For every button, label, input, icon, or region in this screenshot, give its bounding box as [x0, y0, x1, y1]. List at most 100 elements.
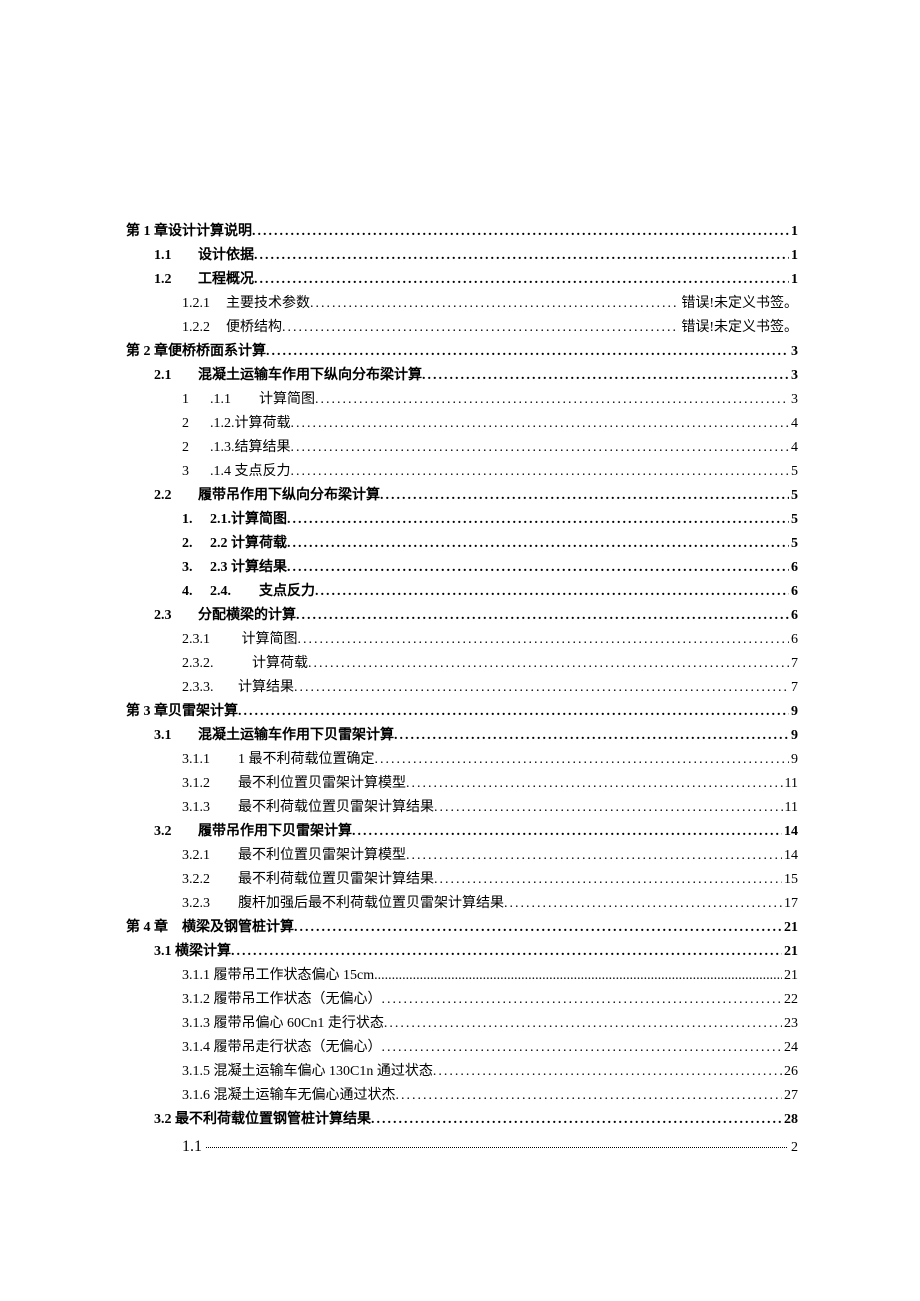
toc-label: 2.3.2.计算荷载 — [182, 657, 308, 671]
toc-page-number: 1 — [789, 225, 798, 239]
toc-label: 3.1.1 履带吊工作状态偏心 15cm — [182, 969, 374, 983]
toc-label: 4.2.4.支点反力 — [182, 585, 315, 599]
toc-leader — [254, 273, 789, 287]
toc-page-number: 4 — [789, 417, 798, 431]
toc-label: 2.3.1 计算简图 — [182, 633, 298, 647]
toc-page-number: 24 — [782, 1041, 798, 1055]
toc-entry: 第 4 章横梁及钢管桩计算21 — [126, 921, 798, 935]
toc-entry: 2.1.3.结算结果 4 — [126, 441, 798, 455]
toc-entry: 3.1.2最不利位置贝雷架计算模型11 — [126, 777, 798, 791]
toc-entry: 1.2.1.计算简图5 — [126, 513, 798, 527]
toc-label: 2.3.3.计算结果 — [182, 681, 294, 695]
toc-label: 3.1.6 混凝土运输车无偏心通过状杰 — [182, 1089, 396, 1103]
toc-leader — [374, 969, 782, 983]
toc-leader — [375, 753, 790, 767]
toc-page-number: 9 — [789, 753, 798, 767]
toc-page-number: 5 — [789, 489, 798, 503]
toc-leader — [434, 801, 783, 815]
toc-leader — [371, 1113, 782, 1127]
toc-leader — [315, 585, 789, 599]
toc-entry: 2.3.1 计算简图 6 — [126, 633, 798, 647]
toc-entry: 1.2.2便桥结构错误!未定义书签。 — [126, 321, 798, 335]
toc-leader — [291, 441, 790, 455]
toc-label: 3.2.3腹杆加强后最不利荷载位置贝雷架计算结果 — [182, 897, 504, 911]
toc-entry: 3.1.4 履带吊走行状态（无偏心） 24 — [126, 1041, 798, 1055]
toc-leader — [294, 921, 782, 935]
toc-page-number: 4 — [789, 441, 798, 455]
toc-page-number: 6 — [789, 633, 798, 647]
toc-leader — [310, 297, 679, 311]
toc-page-number: 1 — [789, 249, 798, 263]
toc-entry: 3.1.1 履带吊工作状态偏心 15cm21 — [126, 969, 798, 983]
toc-leader — [315, 393, 789, 407]
toc-entry: 3.2履带吊作用下贝雷架计算14 — [126, 825, 798, 839]
toc-page-number: 3 — [789, 369, 798, 383]
toc-leader — [287, 561, 789, 575]
toc-page-number: 21 — [782, 945, 798, 959]
toc-leader — [294, 681, 789, 695]
toc-page-number: 6 — [789, 609, 798, 623]
toc-entry: 第 2 章便桥桥面系计算3 — [126, 345, 798, 359]
toc-entry: 3.1混凝土运输车作用下贝雷架计算9 — [126, 729, 798, 743]
toc-page-number: 21 — [782, 921, 798, 935]
toc-page-number: 14 — [782, 825, 798, 839]
toc-entry: 3.1.3最不利荷载位置贝雷架计算结果11 — [126, 801, 798, 815]
toc-entry: 3.1.11 最不利荷载位置确定 9 — [126, 753, 798, 767]
toc-label: 1.2.1主要技术参数 — [182, 297, 310, 311]
toc-trailing-page: 2 — [791, 1141, 798, 1155]
toc-page-number: 3 — [789, 393, 798, 407]
toc-page-number: 5 — [789, 537, 798, 551]
toc-leader — [504, 897, 782, 911]
toc-leader — [238, 705, 789, 719]
toc-leader — [406, 849, 782, 863]
toc-label: 2.1.3.结算结果 — [182, 441, 291, 455]
toc-page-number: 7 — [789, 657, 798, 671]
toc-entry: 第 1 章设计计算说明 1 — [126, 225, 798, 239]
toc-page-number: 11 — [783, 777, 798, 791]
toc-label: 3.1.2 履带吊工作状态（无偏心） — [182, 993, 382, 1007]
toc-entry: 3.2.2最不利荷载位置贝雷架计算结果15 — [126, 873, 798, 887]
toc-trailing-leader — [202, 1137, 791, 1151]
toc-entry: 2.1混凝土运输车作用下纵向分布梁计算3 — [126, 369, 798, 383]
toc-entry: 3.2.3腹杆加强后最不利荷载位置贝雷架计算结果 17 — [126, 897, 798, 911]
toc-leader — [254, 249, 789, 263]
toc-leader — [231, 945, 782, 959]
toc-entry: 2.3分配横梁的计算6 — [126, 609, 798, 623]
toc-page-number: 17 — [782, 897, 798, 911]
toc-entry: 2.3.2.计算荷载 7 — [126, 657, 798, 671]
toc-leader — [252, 225, 789, 239]
toc-page-number: 22 — [782, 993, 798, 1007]
toc-label: 1.2工程概况 — [154, 273, 254, 287]
toc-leader — [396, 1089, 783, 1103]
toc-label: 2.2.2 计算荷载 — [182, 537, 287, 551]
toc-label: 3.2.1最不利位置贝雷架计算模型 — [182, 849, 406, 863]
toc-label: 3.1.3 履带吊偏心 60Cn1 走行状态 — [182, 1017, 384, 1031]
toc-label: 3.1.11 最不利荷载位置确定 — [182, 753, 375, 767]
toc-leader — [406, 777, 783, 791]
toc-label: 3.1.4 履带吊走行状态（无偏心） — [182, 1041, 382, 1055]
toc-list: 第 1 章设计计算说明11.1设计依据11.2工程概况11.2.1主要技术参数错… — [126, 225, 798, 1127]
toc-entry: 3.2.1最不利位置贝雷架计算模型14 — [126, 849, 798, 863]
toc-entry: 1.1设计依据 1 — [126, 249, 798, 263]
toc-leader — [266, 345, 789, 359]
toc-leader — [296, 609, 789, 623]
toc-leader — [282, 321, 679, 335]
toc-entry: 3.1.2 履带吊工作状态（无偏心） 22 — [126, 993, 798, 1007]
toc-page-number: 15 — [782, 873, 798, 887]
toc-leader — [291, 417, 790, 431]
toc-page-number: 6 — [789, 561, 798, 575]
toc-page-number: 28 — [782, 1113, 798, 1127]
toc-page-number: 6 — [789, 585, 798, 599]
toc-entry: 3.1.4 支点反力5 — [126, 465, 798, 479]
toc-entry: 3.2.3 计算结果6 — [126, 561, 798, 575]
toc-entry: 2.3.3.计算结果7 — [126, 681, 798, 695]
toc-label: 3.1.4 支点反力 — [182, 465, 291, 479]
toc-entry: 3.1.3 履带吊偏心 60Cn1 走行状态23 — [126, 1017, 798, 1031]
toc-page-number: 错误!未定义书签。 — [679, 321, 798, 335]
toc-page-number: 9 — [789, 729, 798, 743]
toc-page: 第 1 章设计计算说明11.1设计依据11.2工程概况11.2.1主要技术参数错… — [0, 0, 920, 1301]
toc-page-number: 9 — [789, 705, 798, 719]
toc-label: 1.1设计依据 — [154, 249, 254, 263]
toc-label: 第 1 章设计计算说明 — [126, 225, 252, 239]
toc-trailing-line: 1.1 2 — [126, 1137, 798, 1155]
